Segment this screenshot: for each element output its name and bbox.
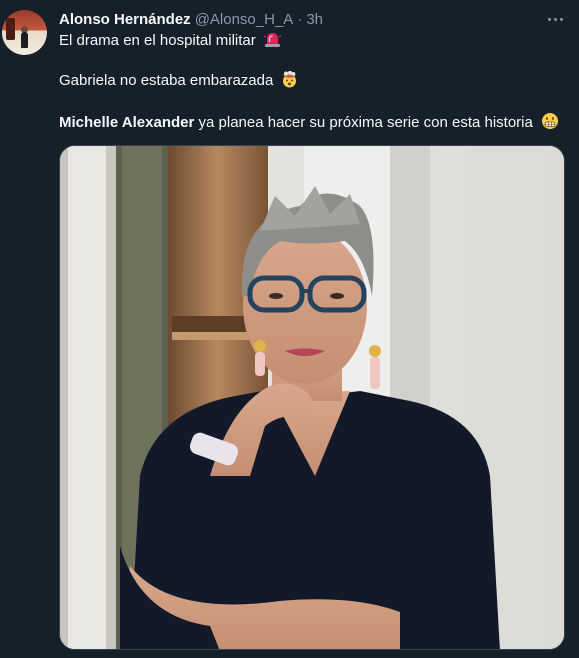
avatar-door-shape xyxy=(6,18,15,40)
mentioned-name: Michelle Alexander xyxy=(59,114,195,131)
tweet-text-3: ya planea hacer su próxima serie con est… xyxy=(194,114,533,131)
more-options-icon[interactable] xyxy=(543,9,567,29)
tweet-text-1: El drama en el hospital militar xyxy=(59,32,256,49)
author-handle[interactable]: @Alonso_H_A xyxy=(195,11,294,28)
exploding-head-emoji-icon xyxy=(281,70,298,94)
separator-dot: · xyxy=(297,11,303,28)
police-light-emoji-icon xyxy=(263,31,282,54)
tweet-text-2: Gabriela no estaba embarazada xyxy=(59,72,274,89)
tweet-text-line-2: Gabriela no estaba embarazada xyxy=(59,70,298,94)
tweet-text-line-1: El drama en el hospital militar xyxy=(59,31,282,54)
woman-with-glasses-photo-icon xyxy=(60,146,564,649)
tweet-photo[interactable] xyxy=(59,145,565,650)
grimacing-face-emoji-icon xyxy=(541,112,559,136)
author-name[interactable]: Alonso Hernández xyxy=(59,11,191,28)
tweet-timestamp[interactable]: 3h xyxy=(306,11,323,28)
avatar[interactable] xyxy=(2,10,47,55)
tweet-header: Alonso Hernández @Alonso_H_A · 3h xyxy=(59,11,323,31)
tweet[interactable]: Alonso Hernández @Alonso_H_A · 3h El dra… xyxy=(0,0,579,658)
avatar-person-body xyxy=(21,32,28,48)
tweet-text-line-3: Michelle Alexander ya planea hacer su pr… xyxy=(59,112,559,136)
